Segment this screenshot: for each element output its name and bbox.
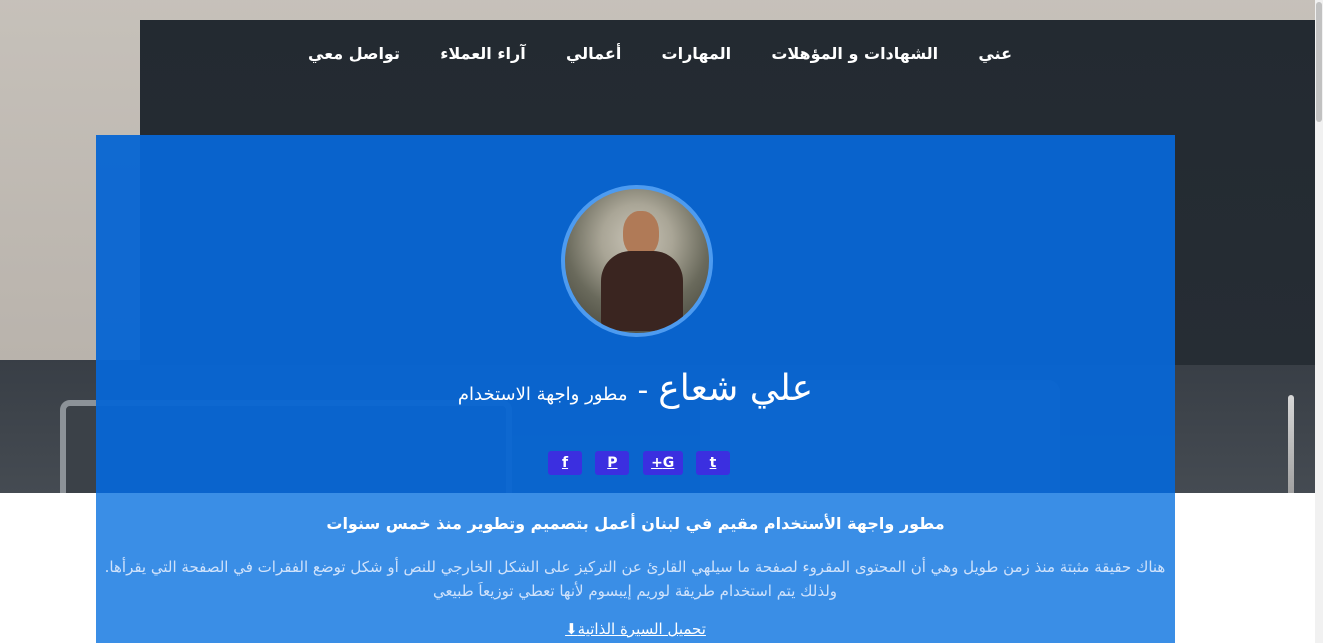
- avatar: [561, 185, 713, 337]
- nav-item-about[interactable]: عني: [970, 44, 1020, 63]
- profile-name: علي شعاع: [658, 368, 814, 409]
- nav-item-portfolio[interactable]: أعمالي: [558, 44, 629, 63]
- nav-item-testimonials[interactable]: آراء العملاء: [432, 44, 534, 63]
- social-links: f P G+ t: [548, 451, 730, 475]
- profile-heading: علي شعاع-مطور واجهة الاستخدام: [96, 368, 1175, 409]
- pinterest-icon[interactable]: P: [595, 451, 630, 475]
- scrollbar-thumb[interactable]: [1316, 2, 1322, 122]
- avatar-body: [601, 251, 683, 331]
- nav-item-skills[interactable]: المهارات: [654, 44, 740, 63]
- download-cv: تحميل السيرة الذاتية⬇: [96, 620, 1175, 638]
- profile-separator: -: [637, 373, 649, 408]
- page: عني الشهادات و المؤهلات المهارات أعمالي …: [0, 0, 1323, 643]
- facebook-icon[interactable]: f: [548, 451, 583, 475]
- download-label: تحميل السيرة الذاتية: [577, 620, 706, 638]
- google-plus-icon[interactable]: G+: [642, 451, 683, 475]
- download-icon: ⬇: [565, 620, 578, 638]
- main-nav: عني الشهادات و المؤهلات المهارات أعمالي …: [300, 40, 1020, 66]
- twitter-icon[interactable]: t: [696, 451, 730, 475]
- profile-role: مطور واجهة الاستخدام: [457, 384, 628, 405]
- nav-item-contact[interactable]: تواصل معي: [300, 44, 408, 63]
- scrollbar[interactable]: [1315, 0, 1323, 643]
- download-cv-link[interactable]: تحميل السيرة الذاتية⬇: [565, 620, 706, 638]
- about-bio: هناك حقيقة مثبتة منذ زمن طويل وهي أن الم…: [104, 558, 1166, 600]
- about-headline: مطور واجهة الأستخدام مقيم في لبنان أعمل …: [326, 514, 945, 533]
- background-pen: [1288, 395, 1294, 493]
- nav-item-certificates[interactable]: الشهادات و المؤهلات: [763, 44, 946, 63]
